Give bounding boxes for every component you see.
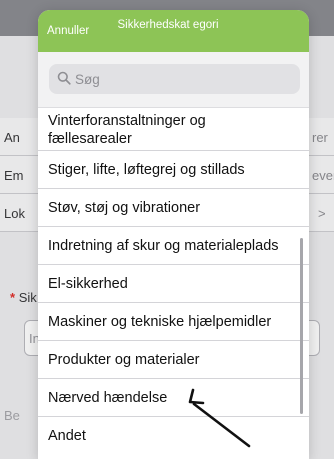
arrow-icon [188, 388, 251, 448]
